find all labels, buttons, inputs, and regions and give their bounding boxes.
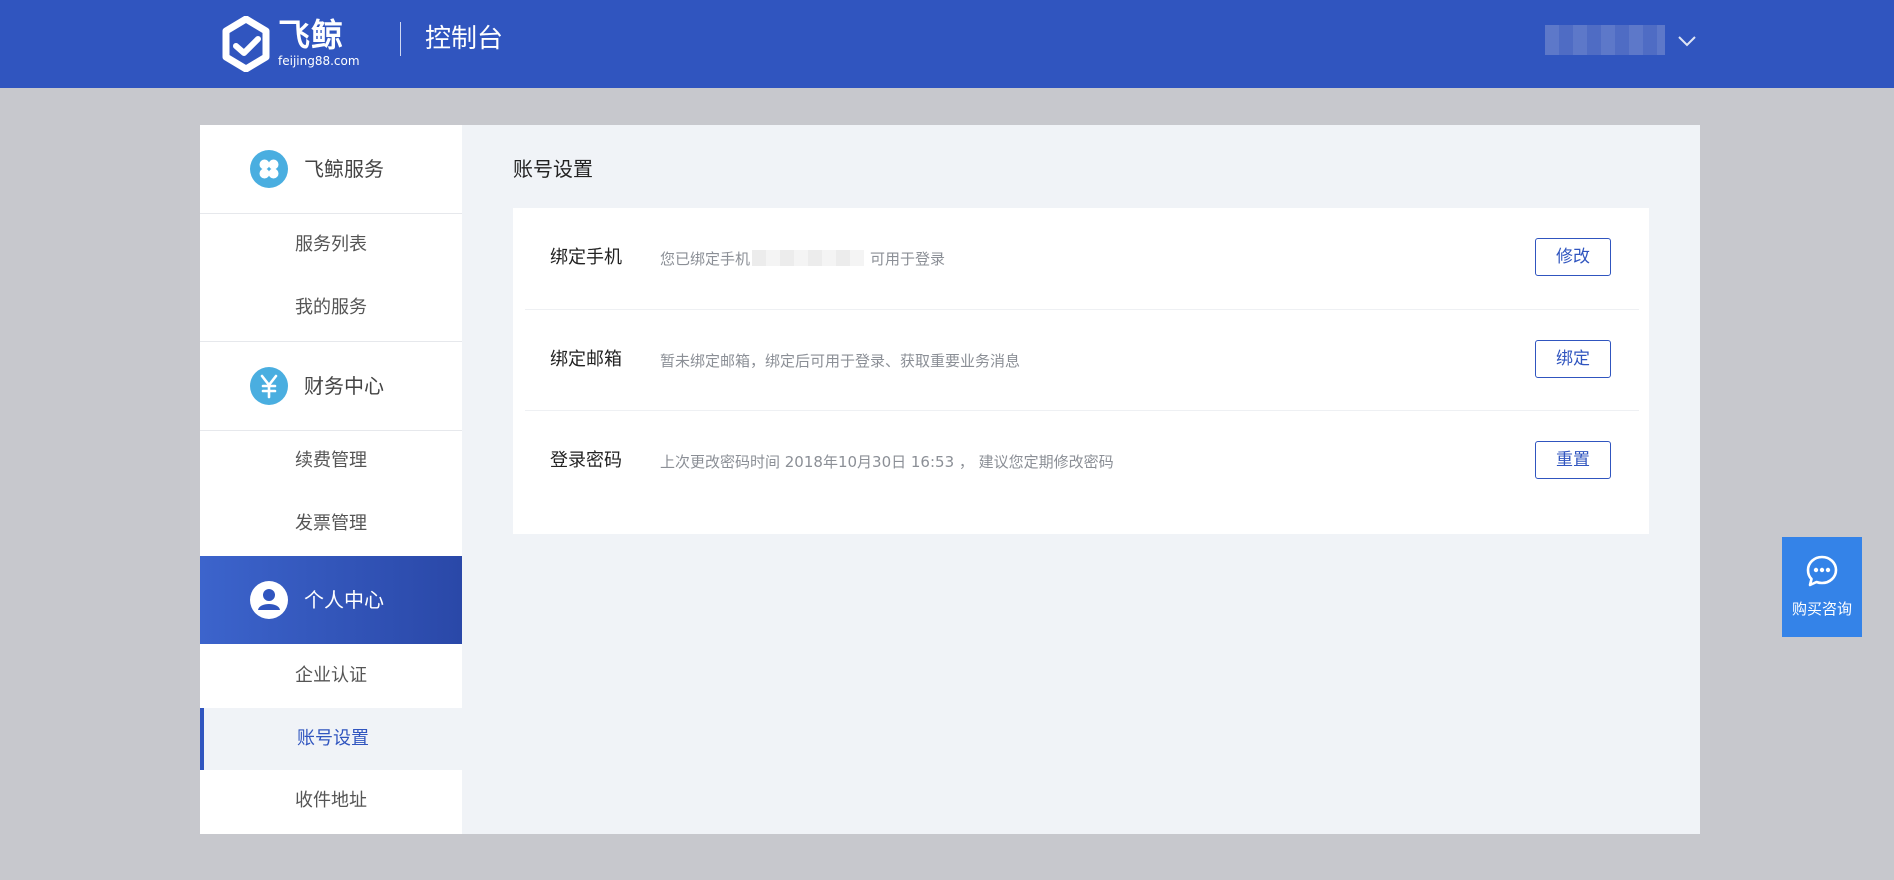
brand-logo[interactable]: 飞鲸 feijing88.com: [222, 16, 362, 72]
setting-row-password: 登录密码 上次更改密码时间 2018年10月30日 16:53 ， 建议您定期修…: [525, 410, 1639, 512]
purchase-consult-button[interactable]: 购买咨询: [1782, 537, 1862, 637]
content-card: 飞鲸服务 服务列表 我的服务 财务中心 续费管理 发票管理 个人中心 企业认证: [200, 125, 1700, 834]
consult-label: 购买咨询: [1791, 600, 1852, 618]
sidebar-group-label: 飞鲸服务: [304, 157, 384, 181]
sidebar-group-label: 财务中心: [304, 374, 384, 398]
modify-phone-button[interactable]: 修改: [1535, 238, 1611, 276]
sidebar-group-personal-center[interactable]: 个人中心: [200, 556, 462, 644]
sidebar-item-enterprise-verification[interactable]: 企业认证: [200, 645, 462, 707]
chevron-down-icon[interactable]: [1676, 30, 1698, 52]
chat-bubble-icon: [1806, 555, 1838, 587]
sidebar: 飞鲸服务 服务列表 我的服务 财务中心 续费管理 发票管理 个人中心 企业认证: [200, 125, 462, 834]
page-title: 账号设置: [513, 157, 593, 181]
logo-icon: [222, 16, 270, 72]
sidebar-item-account-settings[interactable]: 账号设置: [200, 708, 462, 770]
setting-description: 您已绑定手机 可用于登录: [660, 248, 945, 270]
sidebar-group-label: 个人中心: [304, 588, 384, 612]
reset-password-button[interactable]: 重置: [1535, 441, 1611, 479]
top-bar: 飞鲸 feijing88.com 控制台: [0, 0, 1894, 88]
masked-phone-number: [752, 250, 865, 266]
setting-description: 上次更改密码时间 2018年10月30日 16:53 ， 建议您定期修改密码: [660, 453, 1114, 471]
setting-description-suffix: 可用于登录: [870, 250, 946, 268]
setting-label: 绑定手机: [550, 247, 622, 268]
console-title: 控制台: [425, 24, 504, 54]
sidebar-item-renewal[interactable]: 续费管理: [200, 430, 462, 492]
user-name[interactable]: [1545, 25, 1665, 55]
setting-description: 暂未绑定邮箱，绑定后可用于登录、获取重要业务消息: [660, 352, 1021, 370]
brand-name: 飞鲸: [278, 16, 345, 54]
setting-description-prefix: 您已绑定手机: [660, 250, 751, 268]
setting-label: 绑定邮箱: [550, 349, 622, 370]
sidebar-group-finance-center[interactable]: 财务中心: [200, 341, 462, 431]
sidebar-item-invoice[interactable]: 发票管理: [200, 493, 462, 555]
bind-email-button[interactable]: 绑定: [1535, 340, 1611, 378]
brand-domain: feijing88.com: [278, 54, 360, 68]
setting-label: 登录密码: [550, 450, 622, 471]
sidebar-item-my-services[interactable]: 我的服务: [200, 277, 462, 339]
yen-icon: [250, 367, 288, 405]
setting-row-phone: 绑定手机 您已绑定手机 可用于登录 修改: [525, 208, 1639, 309]
clover-icon: [250, 150, 288, 188]
sidebar-item-shipping-address[interactable]: 收件地址: [200, 770, 462, 832]
setting-row-email: 绑定邮箱 暂未绑定邮箱，绑定后可用于登录、获取重要业务消息 绑定: [525, 309, 1639, 411]
settings-panel: 绑定手机 您已绑定手机 可用于登录 修改 绑定邮箱 暂未绑定邮箱，绑定后可用于登录…: [513, 208, 1649, 534]
user-icon: [250, 581, 288, 619]
sidebar-item-service-list[interactable]: 服务列表: [200, 214, 462, 276]
header-divider: [400, 22, 401, 56]
sidebar-group-feijing-service[interactable]: 飞鲸服务: [200, 125, 462, 214]
